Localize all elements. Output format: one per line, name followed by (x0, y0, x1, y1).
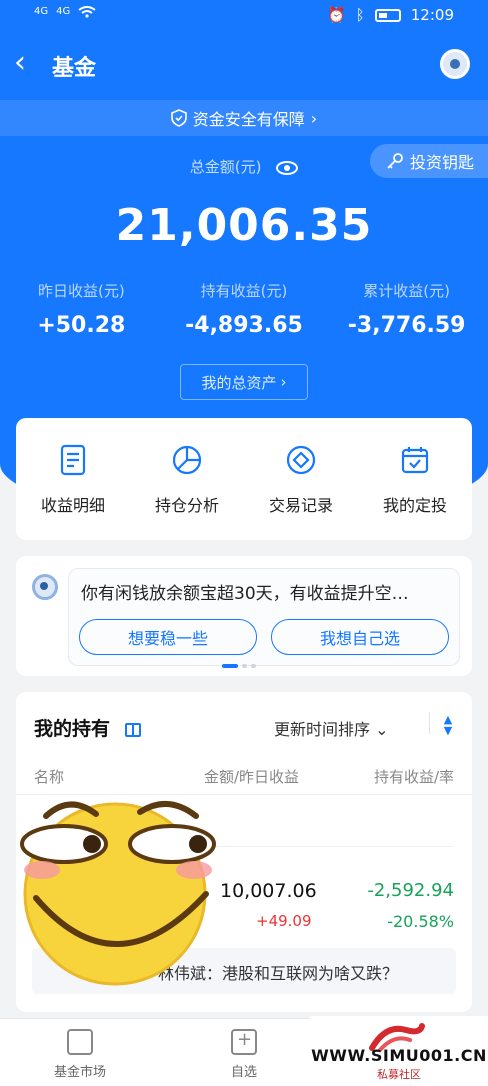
total-amount-label: 总金额(元) (189, 158, 262, 176)
profit-metrics: 昨日收益(元) +50.28 持有收益(元) -4,893.65 累计收益(元)… (0, 280, 488, 338)
quick-action-holding-analysis[interactable]: 持仓分析 (137, 442, 237, 516)
nav-bar: ‹ 基金 (0, 44, 488, 88)
chevron-down-icon: ⌄ (375, 720, 389, 739)
clock: 12:09 (410, 6, 454, 24)
holdings-title-row: 我的持有 (34, 714, 141, 741)
page-title: 基金 (52, 56, 97, 81)
carousel-indicator (222, 664, 256, 668)
status-left: 4G 4G (34, 6, 96, 21)
carousel-dot (251, 664, 256, 668)
metric-label: 累计收益(元) (363, 282, 450, 300)
column-header-profit: 持有收益/率 (373, 768, 454, 786)
option-stable-button[interactable]: 想要稳一些 (79, 619, 257, 655)
holdings-title: 我的持有 (34, 718, 111, 740)
quick-action-transactions[interactable]: 交易记录 (251, 442, 351, 516)
carousel-dot-active (222, 664, 238, 668)
tab-label: 自选 (230, 1065, 257, 1080)
holding-amount: 10,007.06 (220, 880, 317, 902)
total-amount-value: 21,006.35 (115, 200, 373, 251)
sort-order-icon[interactable]: ▲ ▼ (442, 714, 454, 736)
metric-label: 持有收益(元) (200, 282, 288, 300)
calendar-check-icon (397, 442, 433, 478)
notice-bubble: 你有闲钱放余额宝超30天，有收益提升空… 想要稳一些 我想自己选 (68, 568, 460, 666)
network-indicator-2: 4G (56, 6, 71, 17)
robot-icon[interactable] (440, 49, 470, 79)
my-total-assets-label: 我的总资产 (201, 373, 277, 392)
network-indicator-1: 4G (34, 6, 49, 17)
metric-holding-profit: 持有收益(元) -4,893.65 (169, 280, 319, 338)
quick-action-label: 收益明细 (40, 496, 105, 515)
carousel-dot (242, 664, 247, 668)
wifi-icon (78, 6, 96, 21)
metric-value: +50.28 (37, 313, 126, 338)
diamond-icon (283, 442, 319, 478)
safety-banner[interactable]: 资金安全有保障 › (0, 100, 488, 136)
tab-label: 基金市场 (53, 1065, 106, 1080)
quick-action-profit-details[interactable]: 收益明细 (23, 442, 123, 516)
metric-value: -4,893.65 (185, 313, 303, 338)
quick-action-label: 持仓分析 (154, 496, 219, 515)
quick-action-label: 我的定投 (382, 496, 447, 515)
total-amount-label-row: 总金额(元) (0, 156, 488, 177)
shield-check-icon (170, 109, 187, 127)
tab-fund-market[interactable]: 基金市场 (40, 1029, 120, 1080)
robot-icon (32, 574, 58, 600)
holding-profit: -2,592.94 (367, 880, 454, 901)
column-header-amount: 金额/昨日收益 (204, 768, 300, 786)
metric-yesterday-profit: 昨日收益(元) +50.28 (6, 280, 156, 338)
sort-label: 更新时间排序 (274, 720, 371, 739)
my-total-assets-button[interactable]: 我的总资产 › (180, 364, 308, 400)
layout-toggle-icon[interactable] (124, 722, 141, 737)
chevron-left-icon[interactable]: ‹ (14, 48, 26, 78)
divider (429, 712, 430, 734)
status-bar: 4G 4G ⏰ ᛒ 12:09 (0, 0, 488, 34)
metric-value: -3,776.59 (347, 313, 466, 338)
metric-cumulative-profit: 累计收益(元) -3,776.59 (332, 280, 482, 338)
status-right: ⏰ ᛒ 12:09 (327, 6, 454, 24)
idle-money-notice: 你有闲钱放余额宝超30天，有收益提升空… 想要稳一些 我想自己选 (16, 556, 472, 676)
add-favorite-icon (231, 1029, 257, 1055)
holding-profit-rate: -20.58% (387, 912, 454, 931)
safety-banner-text: 资金安全有保障 (192, 110, 305, 129)
holding-yesterday-profit: +49.09 (256, 912, 312, 930)
site-watermark: WWW.SIMU001.CN 私募社区 (310, 1016, 488, 1086)
smirk-emoji-sticker (20, 800, 216, 986)
market-icon (67, 1029, 93, 1055)
quick-action-label: 交易记录 (268, 496, 333, 515)
metric-label: 昨日收益(元) (37, 282, 125, 300)
watermark-subtitle: 私募社区 (377, 1068, 421, 1081)
battery-icon (374, 8, 401, 22)
option-self-select-button[interactable]: 我想自己选 (271, 619, 449, 655)
watermark-url: WWW.SIMU001.CN (311, 1046, 487, 1065)
quick-action-auto-invest[interactable]: 我的定投 (365, 442, 465, 516)
pie-chart-icon (169, 442, 205, 478)
bluetooth-icon: ᛒ (355, 6, 365, 24)
eye-icon[interactable] (276, 160, 299, 175)
chevron-right-icon: › (280, 373, 287, 391)
tab-watchlist[interactable]: 自选 (204, 1029, 284, 1080)
sort-dropdown[interactable]: 更新时间排序 ⌄ (274, 716, 389, 740)
column-header-name: 名称 (34, 768, 65, 786)
alarm-icon: ⏰ (327, 6, 346, 24)
chevron-right-icon: › (310, 108, 318, 128)
notice-text: 你有闲钱放余额宝超30天，有收益提升空… (81, 584, 409, 604)
quick-actions-card: 收益明细 持仓分析 交易记录 我的定投 (16, 418, 472, 540)
document-icon (55, 442, 91, 478)
